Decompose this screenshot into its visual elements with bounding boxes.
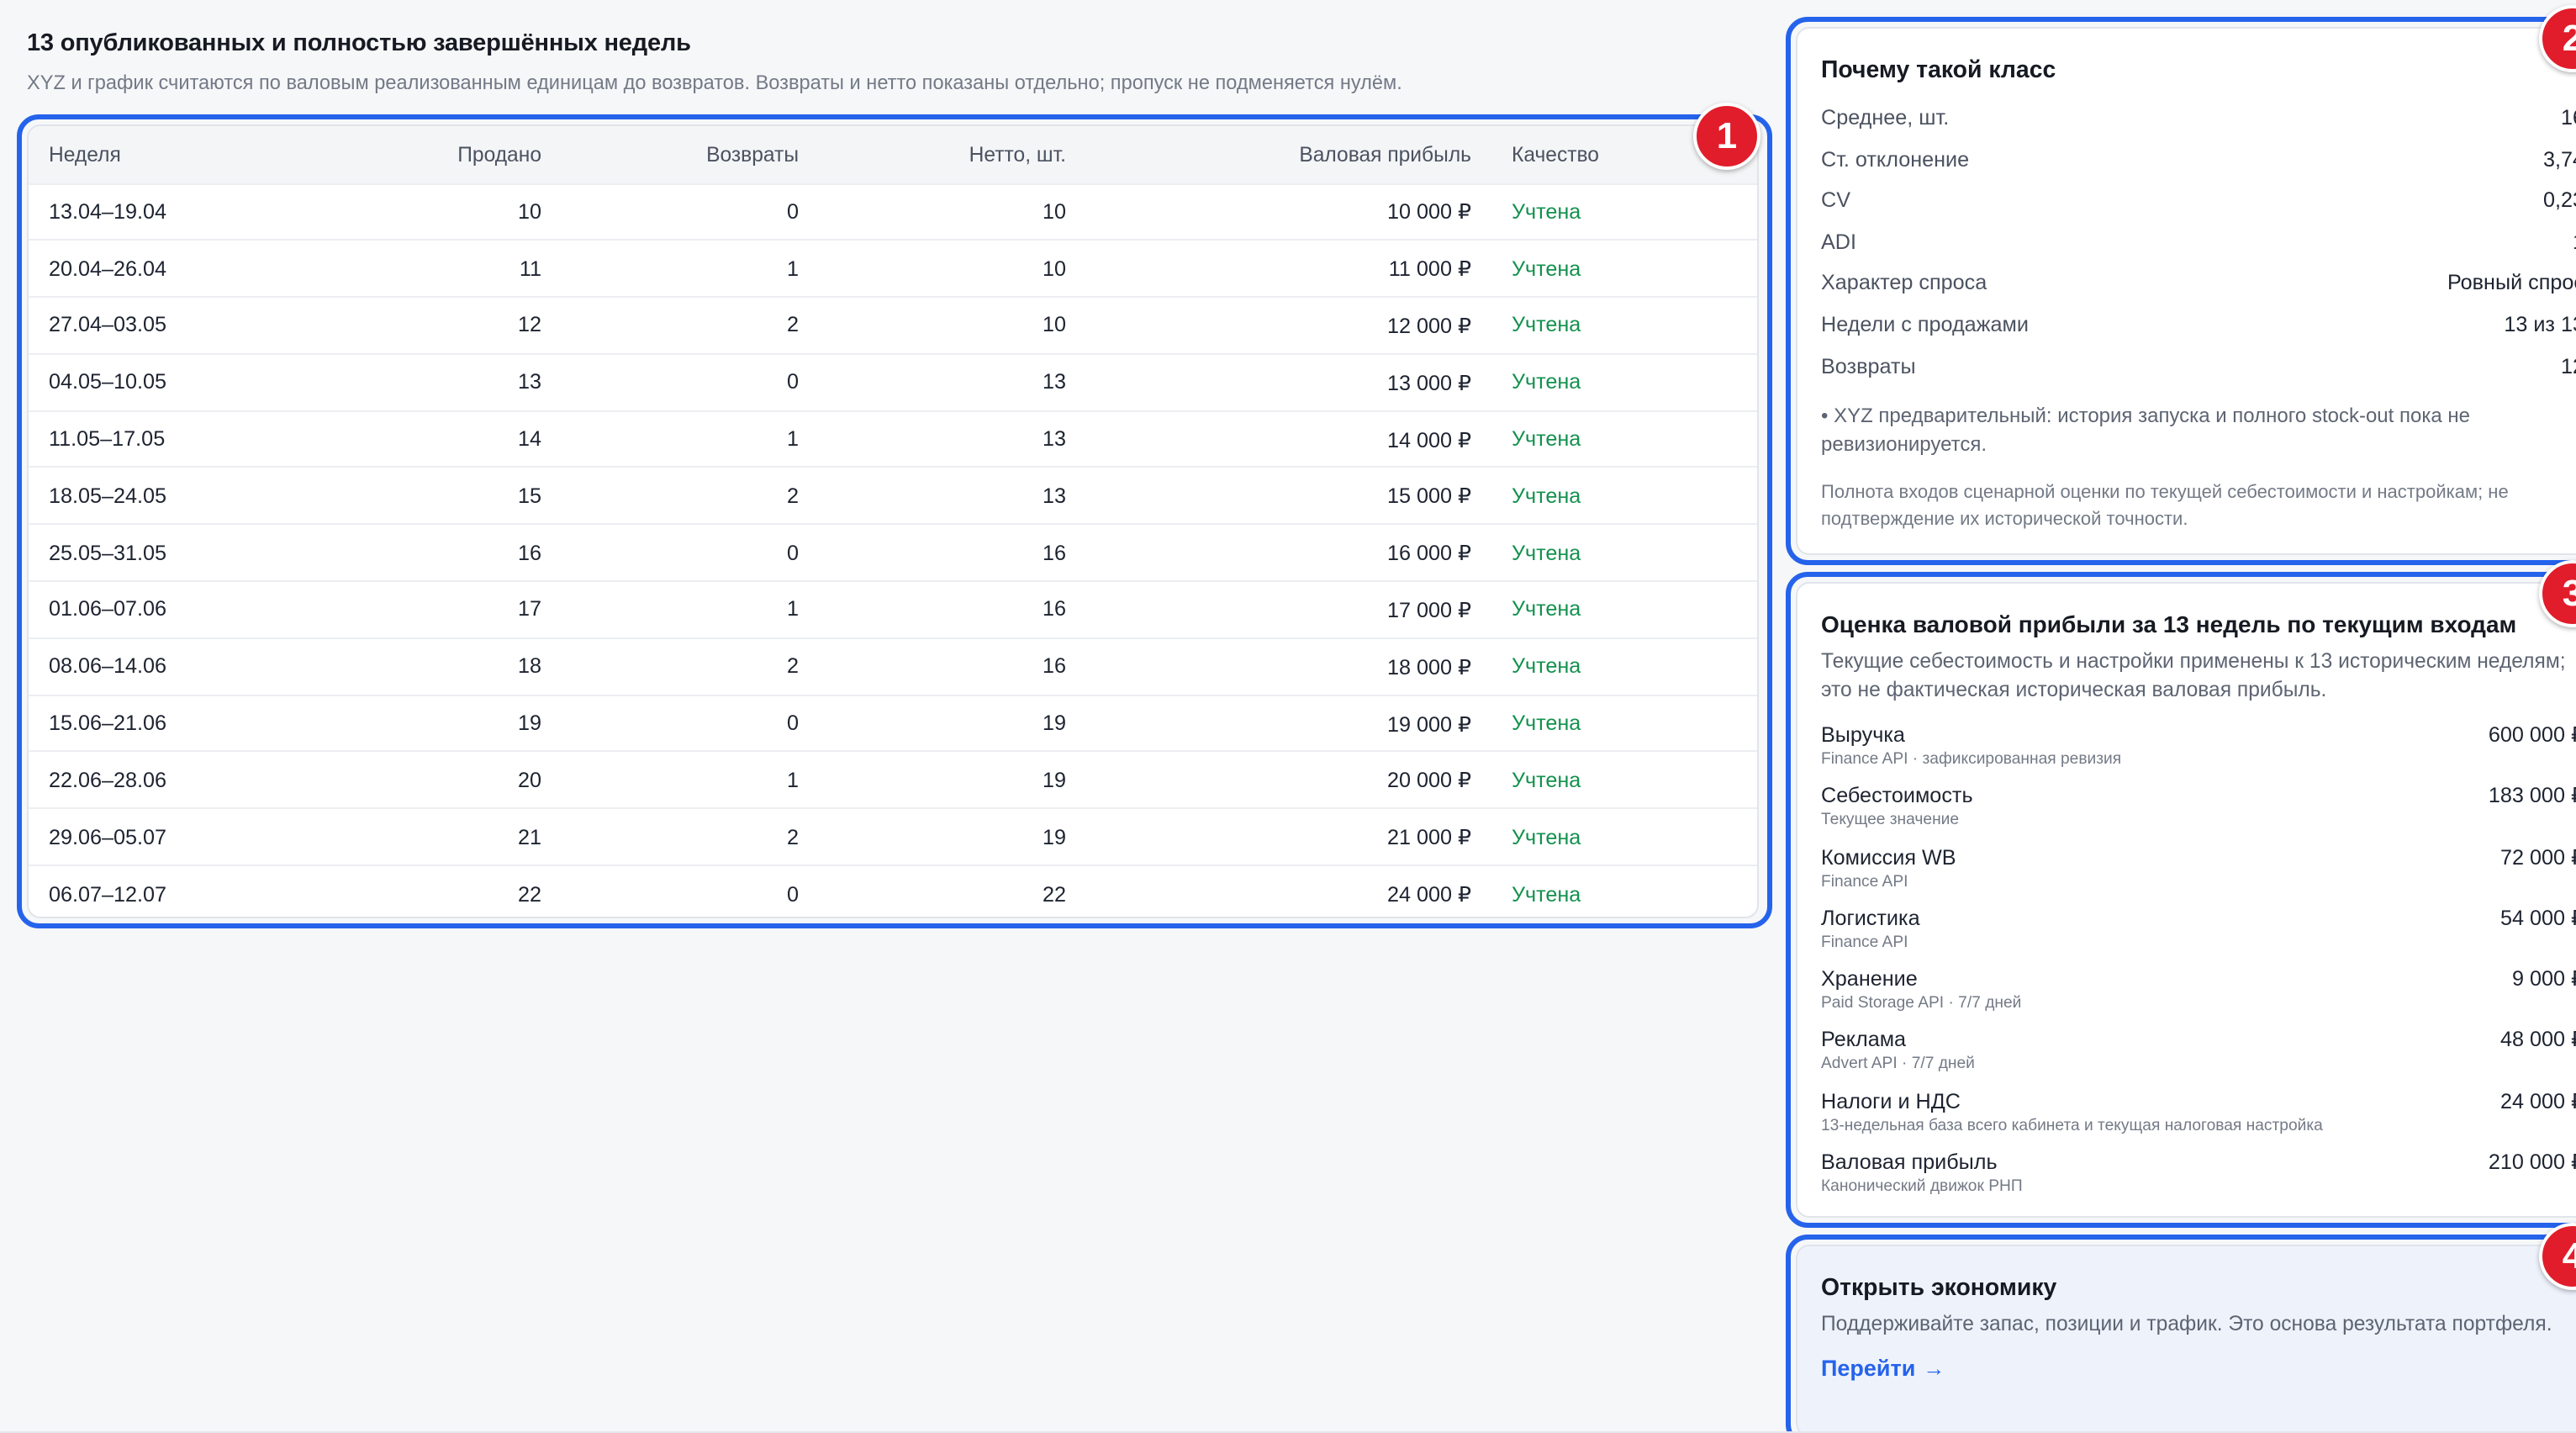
highlight-frame-3	[1786, 572, 2576, 1228]
badge-1: 1	[1693, 103, 1760, 170]
highlight-frame-1	[17, 114, 1772, 928]
highlight-frame-2	[1786, 17, 2576, 565]
section-subtitle: XYZ и график считаются по валовым реализ…	[27, 71, 1402, 94]
highlight-frame-4	[1786, 1235, 2576, 1433]
section-title: 13 опубликованных и полностью завершённы…	[27, 30, 691, 57]
page-root: 13 опубликованных и полностью завершённы…	[0, 0, 2576, 1433]
